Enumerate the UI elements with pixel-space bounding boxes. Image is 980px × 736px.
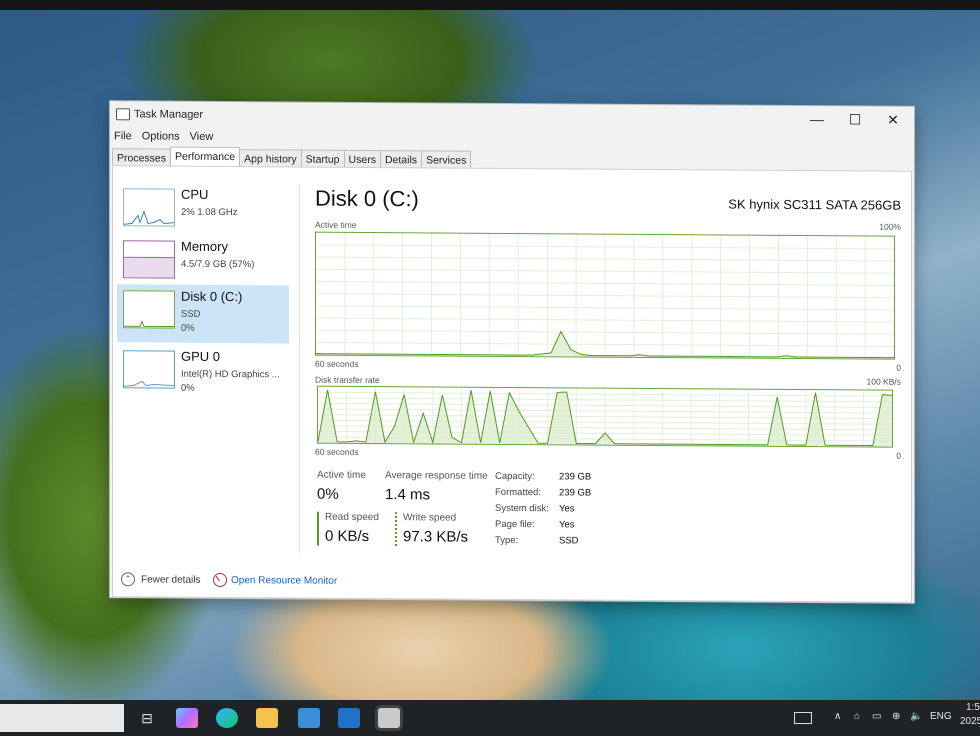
sidebar-disk-name: Disk 0 (C:) bbox=[181, 288, 243, 305]
gpu-mini-chart bbox=[123, 380, 175, 387]
open-resource-monitor-link[interactable]: Open Resource Monitor bbox=[231, 575, 337, 587]
sidebar-divider bbox=[299, 185, 300, 554]
fewer-details-link[interactable]: Fewer details bbox=[141, 574, 200, 585]
disk-thumbnail-graph bbox=[123, 290, 175, 329]
task-view-icon[interactable]: ⊟ bbox=[136, 708, 158, 728]
clock-date[interactable]: 2025 bbox=[960, 716, 980, 727]
cpu-mini-chart bbox=[123, 209, 175, 225]
transfer-graph-max: 100 KB/s bbox=[866, 376, 902, 387]
read-speed-indicator bbox=[317, 511, 319, 546]
transfer-graph-label: Disk transfer rate bbox=[315, 374, 380, 386]
sidebar-memory-usage: 4.5/7.9 GB (57%) bbox=[181, 258, 255, 271]
menu-options[interactable]: Options bbox=[142, 130, 180, 146]
type-label: Type: bbox=[495, 534, 519, 547]
memory-thumbnail-graph bbox=[123, 240, 175, 279]
response-time-value: 1.4 ms bbox=[385, 486, 431, 504]
resource-monitor-icon[interactable] bbox=[213, 572, 227, 588]
title-bar[interactable]: Task Manager — ☐ ✕ bbox=[110, 101, 914, 133]
monitor-bezel bbox=[0, 0, 980, 10]
window-title: Task Manager bbox=[134, 108, 204, 121]
gpu-thumbnail-graph bbox=[123, 350, 175, 389]
input-language[interactable]: ENG bbox=[930, 711, 952, 722]
transfer-graph-min: 0 bbox=[896, 450, 901, 461]
task-manager-window: Task Manager — ☐ ✕ File Options View Pro… bbox=[110, 101, 914, 603]
active-time-graph-duration: 60 seconds bbox=[315, 358, 359, 369]
active-time-stat-value: 0% bbox=[317, 485, 339, 503]
taskbar: ⊟ ∧ ⌂ ▭ ⊕ 🔈 ENG 1:5 2025 bbox=[0, 700, 980, 736]
disk-mini-chart bbox=[124, 320, 174, 328]
store-icon[interactable] bbox=[298, 708, 320, 728]
battery-icon[interactable]: ▭ bbox=[872, 711, 881, 722]
sidebar-item-gpu[interactable]: GPU 0 Intel(R) HD Graphics ... 0% bbox=[117, 344, 289, 403]
disk-model-name: SK hynix SC311 SATA 256GB bbox=[728, 196, 901, 213]
menu-view[interactable]: View bbox=[190, 131, 214, 147]
minimize-button[interactable]: — bbox=[798, 108, 836, 130]
maximize-button[interactable]: ☐ bbox=[836, 108, 874, 130]
performance-panel: CPU 2% 1.08 GHz Memory 4.5/7.9 GB (57%) … bbox=[112, 165, 912, 603]
active-time-chart bbox=[316, 232, 894, 359]
sidebar-gpu-name: GPU 0 bbox=[181, 348, 221, 364]
disk-detail-title: Disk 0 (C:) bbox=[315, 185, 419, 212]
formatted-value: 239 GB bbox=[559, 487, 592, 499]
taskbar-search-area[interactable] bbox=[0, 704, 124, 732]
mail-icon[interactable] bbox=[338, 708, 360, 728]
task-manager-icon bbox=[116, 108, 130, 121]
close-button[interactable]: ✕ bbox=[874, 109, 912, 131]
edge-browser-icon[interactable] bbox=[216, 708, 238, 728]
resource-sidebar: CPU 2% 1.08 GHz Memory 4.5/7.9 GB (57%) … bbox=[117, 172, 293, 553]
menu-bar: File Options View bbox=[114, 130, 223, 147]
chevron-up-tray-icon[interactable]: ∧ bbox=[834, 711, 841, 722]
volume-icon[interactable]: 🔈 bbox=[910, 711, 922, 722]
read-speed-label: Read speed bbox=[325, 511, 379, 524]
write-speed-value: 97.3 KB/s bbox=[403, 528, 469, 546]
chevron-up-icon[interactable]: ⌃ bbox=[121, 572, 135, 587]
globe-icon[interactable]: ⊕ bbox=[892, 711, 900, 722]
copilot-icon[interactable] bbox=[176, 708, 198, 728]
response-time-label: Average response time bbox=[385, 470, 488, 482]
sidebar-item-disk[interactable]: Disk 0 (C:) SSD 0% bbox=[117, 284, 289, 344]
capacity-label: Capacity: bbox=[495, 470, 535, 483]
page-file-label: Page file: bbox=[495, 518, 535, 531]
transfer-graph-duration: 60 seconds bbox=[315, 446, 359, 457]
file-explorer-icon[interactable] bbox=[256, 708, 278, 728]
task-manager-taskbar-icon[interactable] bbox=[378, 708, 400, 728]
transfer-rate-graph bbox=[317, 385, 893, 448]
sidebar-disk-type: SSD bbox=[181, 308, 201, 320]
read-speed-value: 0 KB/s bbox=[325, 527, 370, 546]
system-disk-value: Yes bbox=[559, 503, 575, 515]
memory-mini-chart bbox=[124, 256, 174, 278]
sidebar-item-cpu[interactable]: CPU 2% 1.08 GHz bbox=[117, 182, 289, 241]
notification-widget-icon[interactable] bbox=[794, 712, 812, 724]
formatted-label: Formatted: bbox=[495, 486, 541, 499]
type-value: SSD bbox=[559, 535, 579, 547]
write-speed-label: Write speed bbox=[403, 512, 457, 524]
active-time-graph-max: 100% bbox=[879, 221, 901, 232]
sidebar-gpu-usage: 0% bbox=[181, 382, 195, 394]
sidebar-cpu-usage: 2% 1.08 GHz bbox=[181, 206, 238, 219]
write-speed-indicator bbox=[395, 512, 397, 547]
active-time-graph-min: 0 bbox=[896, 362, 901, 373]
sidebar-disk-usage: 0% bbox=[181, 322, 195, 334]
menu-file[interactable]: File bbox=[114, 130, 132, 146]
page-file-value: Yes bbox=[559, 519, 575, 531]
transfer-rate-chart bbox=[317, 386, 893, 447]
capacity-value: 239 GB bbox=[559, 471, 592, 483]
cpu-thumbnail-graph bbox=[123, 188, 175, 227]
network-icon[interactable]: ⌂ bbox=[854, 711, 860, 722]
active-time-graph bbox=[315, 231, 895, 360]
active-time-stat-label: Active time bbox=[317, 469, 366, 481]
sidebar-cpu-name: CPU bbox=[181, 186, 209, 202]
sidebar-gpu-model: Intel(R) HD Graphics ... bbox=[181, 368, 280, 381]
active-time-graph-label: Active time bbox=[315, 219, 357, 230]
system-disk-label: System disk: bbox=[495, 502, 549, 515]
clock-time[interactable]: 1:5 bbox=[966, 702, 980, 713]
sidebar-memory-name: Memory bbox=[181, 238, 228, 255]
